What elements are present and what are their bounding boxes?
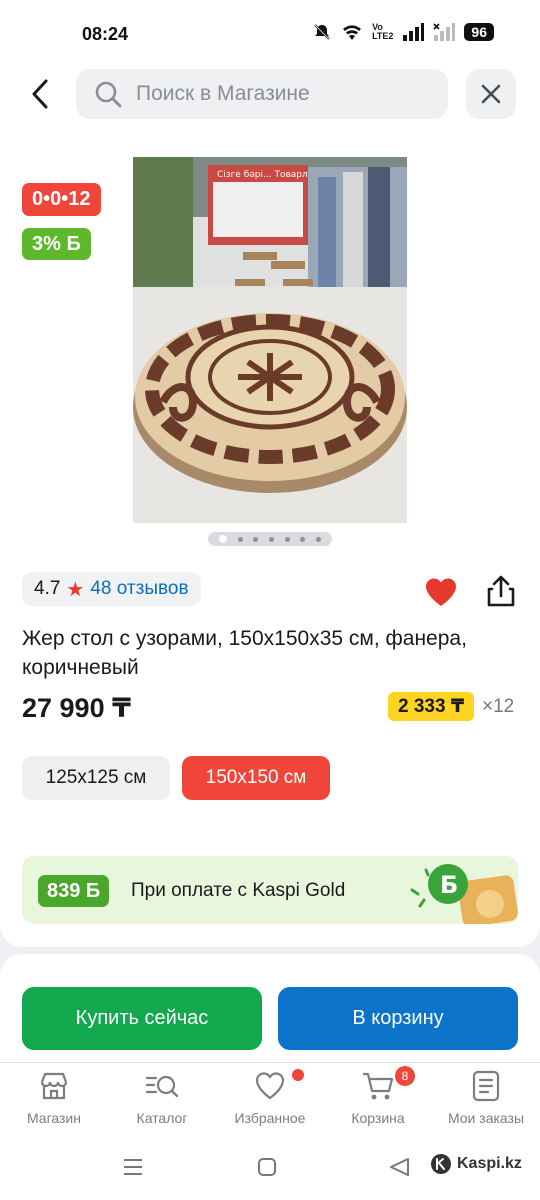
heart-filled-icon: [426, 578, 456, 606]
catalog-search-icon: [145, 1075, 179, 1098]
kaspi-gold-card-icon: Б: [410, 864, 518, 924]
pagination-dot[interactable]: [315, 536, 321, 542]
rating-reviews[interactable]: 4.7 ★ 48 отзывов: [22, 572, 201, 606]
pagination-dot-active[interactable]: [219, 535, 228, 543]
wifi-icon: [343, 25, 362, 40]
favorite-button[interactable]: [424, 577, 458, 612]
nav-orders-label: Мои заказы: [447, 1110, 525, 1126]
back-nav-button[interactable]: [388, 1157, 410, 1177]
nav-favorites[interactable]: Избранное: [216, 1070, 324, 1126]
kaspi-logo-icon: [431, 1154, 451, 1174]
favorites-notification-dot: [292, 1069, 304, 1081]
search-icon: [95, 81, 122, 108]
heart-outline-icon: [255, 1072, 285, 1100]
search-input[interactable]: Поиск в Магазине: [76, 69, 448, 119]
home-button[interactable]: [257, 1158, 277, 1176]
nav-cart[interactable]: Корзина: [324, 1070, 432, 1126]
product-price: 27 990 ₸: [22, 693, 131, 723]
share-button[interactable]: [484, 574, 518, 613]
signal-no-service-icon: [433, 23, 456, 41]
product-photo: Сізге бәрі... Товарлар: [133, 157, 407, 523]
nav-favorites-label: Избранное: [234, 1110, 306, 1126]
share-icon: [487, 575, 515, 607]
installment-months: ×12: [482, 696, 515, 717]
clear-search-button[interactable]: [466, 69, 516, 119]
nav-catalog-label: Каталог: [136, 1110, 188, 1126]
reviews-link[interactable]: 48 отзывов: [90, 578, 188, 600]
cart-icon: [363, 1072, 394, 1100]
pagination-dot[interactable]: [268, 536, 274, 542]
chevron-left-icon: [32, 79, 48, 109]
mute-icon: [314, 24, 330, 40]
battery-level: 96: [464, 23, 494, 41]
product-title: Жер стол с узорами, 150х150х35 см, фанер…: [22, 627, 467, 679]
pagination-dot[interactable]: [300, 536, 306, 542]
nav-store-label: Магазин: [26, 1110, 81, 1126]
monthly-payment[interactable]: 2 333 ₸: [388, 692, 475, 721]
size-option-125[interactable]: 125х125 см: [22, 756, 170, 800]
store-sign-text: Сізге бәрі... Товарлар: [217, 170, 319, 180]
watermark-text: Kaspi.kz: [457, 1155, 522, 1172]
nav-catalog[interactable]: Каталог: [108, 1070, 216, 1126]
image-pagination[interactable]: [208, 532, 332, 546]
nav-orders[interactable]: Мои заказы: [432, 1070, 540, 1126]
nav-store[interactable]: Магазин: [0, 1070, 108, 1126]
back-button[interactable]: [22, 74, 58, 114]
kaspi-watermark: Kaspi.kz: [430, 1153, 522, 1175]
bonus-badge: 3% Б: [22, 228, 91, 260]
size-option-150-selected[interactable]: 150х150 см: [182, 756, 330, 800]
svg-text:Б: Б: [440, 871, 458, 899]
product-image[interactable]: Сізге бәрі... Товарлар: [133, 157, 407, 523]
signal-icon: [403, 23, 425, 41]
promo-bonus-badge: 839 Б: [38, 875, 110, 907]
promo-text: При оплате с Kaspi Gold: [131, 880, 346, 901]
buy-now-button[interactable]: Купить сейчас: [22, 987, 262, 1050]
status-icons: Vo LTE2 96: [312, 22, 494, 42]
store-icon: [40, 1072, 68, 1100]
pagination-dot[interactable]: [253, 536, 259, 542]
pagination-dot[interactable]: [284, 536, 290, 542]
installment-badge: 0•0•12: [22, 183, 101, 216]
pagination-dot[interactable]: [237, 536, 243, 542]
status-time: 08:24: [82, 24, 129, 44]
orders-list-icon: [472, 1070, 500, 1102]
star-icon: ★: [66, 578, 85, 601]
search-placeholder: Поиск в Магазине: [136, 82, 310, 105]
add-to-cart-button[interactable]: В корзину: [278, 987, 518, 1050]
kaspi-gold-promo[interactable]: 839 Б При оплате с Kaspi Gold Б: [22, 856, 518, 924]
cart-count-badge: 8: [395, 1066, 415, 1086]
close-icon: [481, 84, 501, 104]
nav-cart-label: Корзина: [351, 1110, 405, 1126]
recent-apps-button[interactable]: [122, 1158, 144, 1176]
volte-label: Vo LTE2: [372, 22, 394, 41]
rating-value: 4.7: [34, 578, 61, 599]
